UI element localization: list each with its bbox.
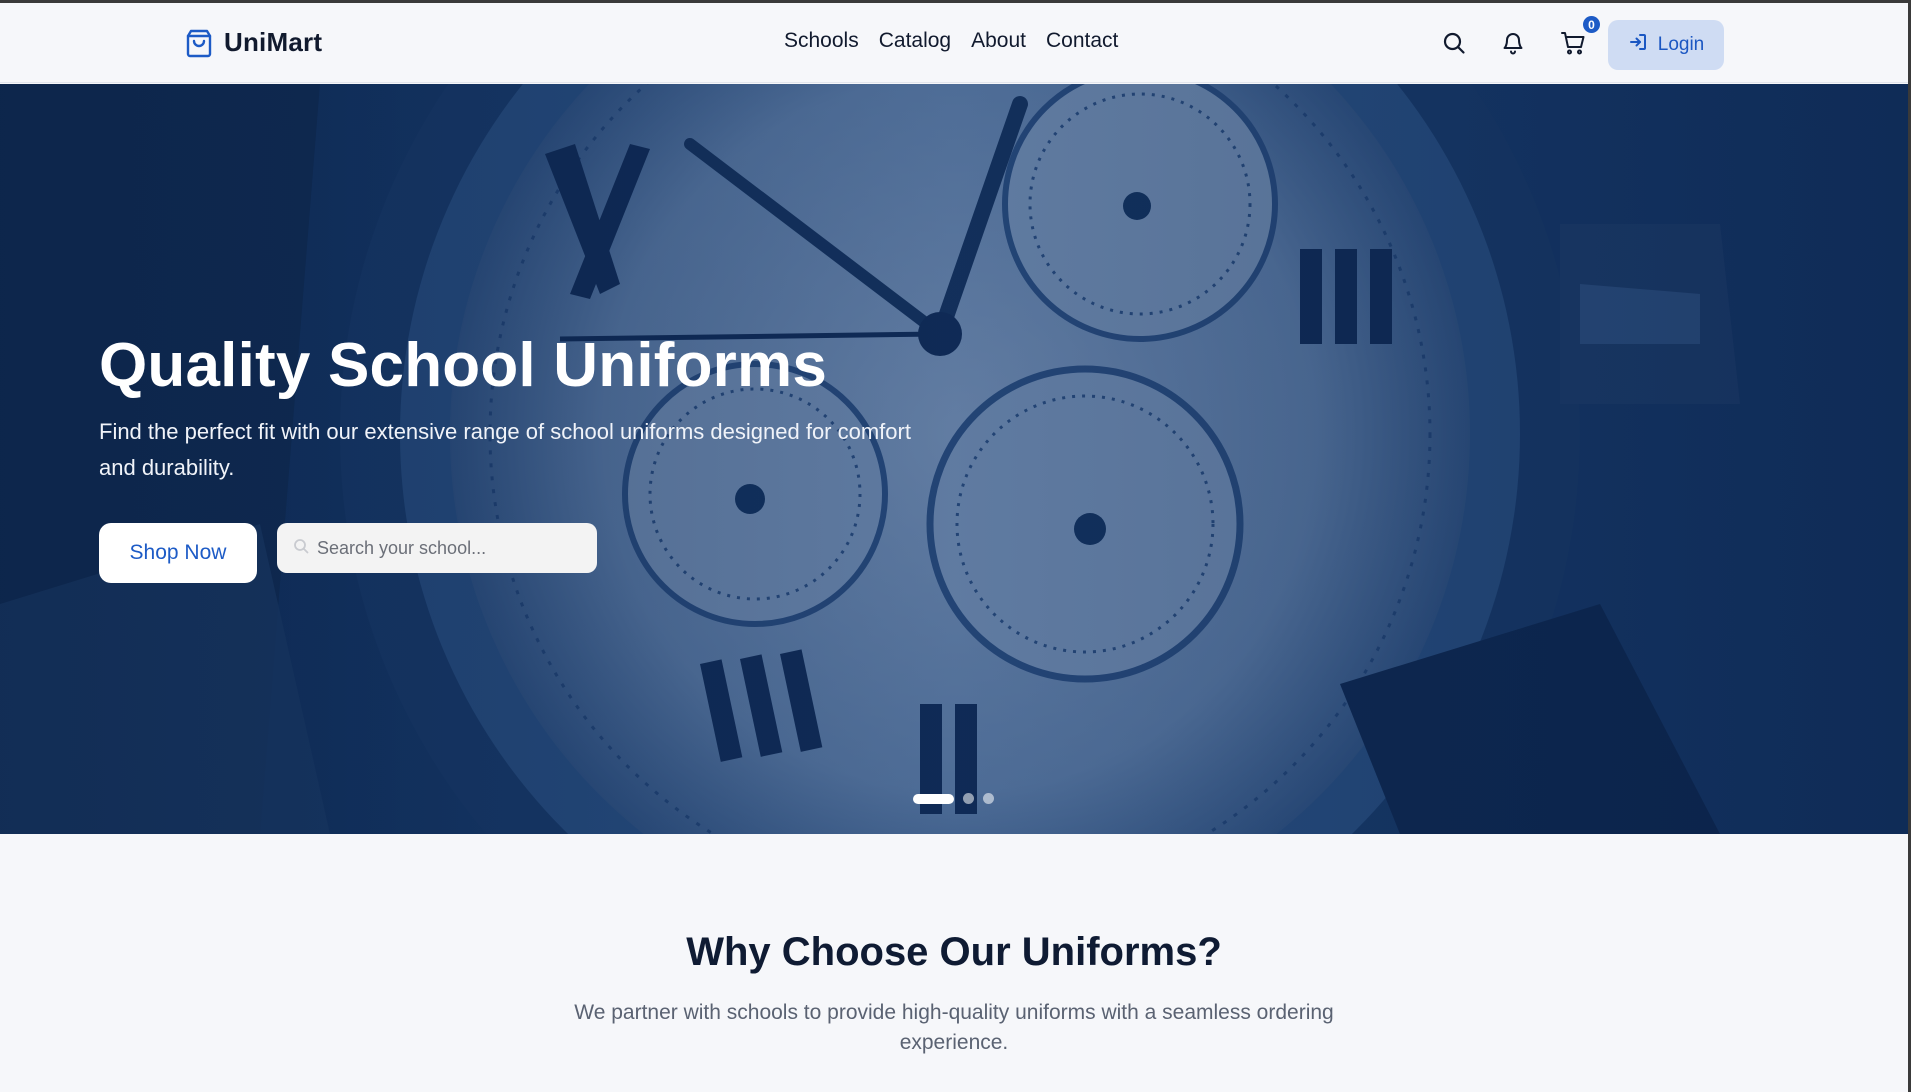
main-nav: Schools Catalog About Contact — [784, 29, 1118, 53]
cart-icon — [1560, 30, 1586, 61]
why-section-subtitle: We partner with schools to provide high-… — [574, 1001, 1334, 1054]
nav-about[interactable]: About — [971, 29, 1026, 53]
hero-title: Quality School Uniforms — [99, 331, 828, 400]
bell-icon — [1501, 31, 1525, 60]
login-button[interactable]: Login — [1608, 20, 1724, 70]
nav-schools[interactable]: Schools — [784, 29, 859, 53]
carousel-dot-2[interactable] — [963, 793, 974, 804]
brand-logo[interactable]: UniMart — [184, 27, 322, 58]
school-search-box[interactable] — [277, 523, 597, 573]
login-label: Login — [1657, 34, 1705, 55]
brand-name: UniMart — [224, 27, 323, 57]
carousel-dot-3[interactable] — [983, 793, 994, 804]
shop-now-button[interactable]: Shop Now — [99, 523, 257, 583]
notifications-button[interactable] — [1493, 25, 1533, 65]
site-header: UniMart Schools Catalog About Contact 0 … — [0, 3, 1911, 83]
search-icon — [293, 538, 309, 559]
carousel-dot-1[interactable] — [913, 793, 954, 804]
shopping-bag-icon — [184, 28, 214, 58]
school-search-input[interactable] — [317, 537, 577, 559]
login-icon — [1628, 32, 1648, 58]
hero-subtitle: Find the perfect fit with our extensive … — [99, 419, 911, 480]
hero-carousel: Quality School Uniforms Find the perfect… — [0, 84, 1908, 834]
nav-contact[interactable]: Contact — [1046, 29, 1118, 53]
nav-catalog[interactable]: Catalog — [879, 29, 951, 53]
why-section-title: Why Choose Our Uniforms? — [686, 930, 1222, 974]
search-icon — [1442, 31, 1466, 60]
carousel-indicators — [913, 793, 994, 804]
search-button[interactable] — [1434, 25, 1474, 65]
cart-count-badge: 0 — [1583, 16, 1600, 33]
